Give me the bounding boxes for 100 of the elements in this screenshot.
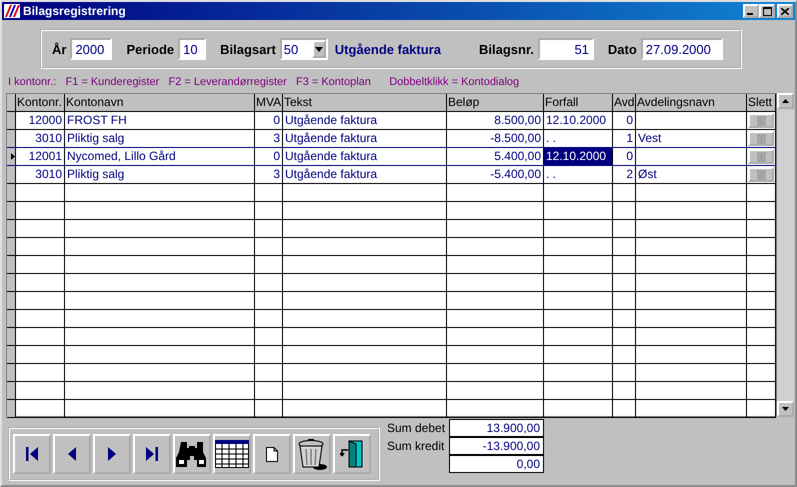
search-button[interactable]: [173, 434, 211, 474]
table-row[interactable]: 12000 FROST FH 0 Utgående faktura 8.500,00 12.10.2000 0: [7, 112, 776, 130]
table-row[interactable]: [7, 202, 776, 220]
next-button[interactable]: [93, 434, 131, 474]
vertical-scrollbar[interactable]: [777, 93, 794, 417]
table-cell: Utgående faktura: [285, 131, 378, 145]
minimize-button[interactable]: [743, 4, 759, 18]
table-cell: 2: [626, 167, 633, 181]
table-row[interactable]: [7, 256, 776, 274]
table-row[interactable]: [7, 238, 776, 256]
close-icon: [781, 8, 789, 14]
row-header[interactable]: [7, 112, 16, 129]
column-header[interactable]: Forfall: [544, 94, 613, 111]
table-cell: Utgående faktura: [285, 167, 378, 181]
column-header[interactable]: MVA: [255, 94, 283, 111]
type-label: Bilagsart: [220, 42, 276, 56]
column-header[interactable]: Avdelingsnavn: [636, 94, 747, 111]
row-header[interactable]: [7, 256, 16, 273]
maximize-icon: [762, 6, 772, 16]
row-header[interactable]: [7, 148, 16, 165]
table-row[interactable]: [7, 220, 776, 238]
table-row[interactable]: [7, 346, 776, 364]
row-header[interactable]: [7, 400, 16, 417]
row-header[interactable]: [7, 220, 16, 237]
page-icon: [266, 446, 278, 462]
delete-button[interactable]: [293, 434, 331, 474]
number-field[interactable]: 51: [538, 38, 594, 60]
left-triangle-icon: [68, 447, 76, 461]
skip-last-icon: [146, 447, 158, 461]
table-cell: 3010: [35, 167, 62, 181]
table-cell: Utgående faktura: [285, 113, 378, 127]
row-header[interactable]: [7, 310, 16, 327]
row-header[interactable]: [7, 130, 16, 147]
close-button[interactable]: [777, 4, 793, 18]
column-header[interactable]: Kontonavn: [65, 94, 255, 111]
row-header[interactable]: [7, 166, 16, 183]
exit-button[interactable]: [333, 434, 371, 474]
table-cell: 5.400,00: [494, 149, 541, 163]
row-header[interactable]: [7, 292, 16, 309]
row-header[interactable]: [7, 346, 16, 363]
last-button[interactable]: [133, 434, 171, 474]
delete-row-button[interactable]: [748, 167, 774, 182]
table-row[interactable]: [7, 382, 776, 400]
sum-label: Sum kredit: [387, 439, 444, 453]
table-cell: 0: [273, 149, 280, 163]
table-cell: 0: [273, 113, 280, 127]
table-row[interactable]: [7, 274, 776, 292]
column-header[interactable]: Kontonr.: [16, 94, 65, 111]
current-row-icon: [11, 153, 15, 160]
row-header[interactable]: [7, 364, 16, 381]
period-label: Periode: [126, 42, 174, 56]
column-header[interactable]: Beløp: [447, 94, 544, 111]
scroll-down-icon: [782, 407, 789, 411]
previous-button[interactable]: [53, 434, 91, 474]
table-row[interactable]: [7, 364, 776, 382]
table-cell: -8.500,00: [490, 131, 541, 145]
type-dropdown[interactable]: 50: [280, 38, 328, 60]
year-label: År: [52, 42, 66, 56]
delete-row-button[interactable]: [748, 131, 774, 146]
new-button[interactable]: [253, 434, 291, 474]
column-header[interactable]: Avd: [613, 94, 636, 111]
delete-row-button[interactable]: [748, 113, 774, 128]
year-field[interactable]: 2000: [70, 38, 112, 60]
column-header[interactable]: Slett: [747, 94, 776, 111]
table-cell: Pliktig salg: [67, 167, 124, 181]
maximize-button[interactable]: [759, 4, 775, 18]
row-header[interactable]: [7, 382, 16, 399]
trash-icon: [297, 438, 327, 470]
row-header[interactable]: [7, 184, 16, 201]
table-row[interactable]: [7, 400, 776, 418]
first-button[interactable]: [13, 434, 51, 474]
sum-value: 0,00: [449, 455, 544, 473]
trash-icon: [756, 152, 766, 162]
column-header[interactable]: Tekst: [283, 94, 447, 111]
trash-icon: [756, 116, 766, 126]
table-row[interactable]: [7, 328, 776, 346]
table-row[interactable]: 12001 Nycomed, Lillo Gård 0 Utgående faktura 5.400,00 12.10.2000 0: [7, 148, 776, 166]
table-button[interactable]: [213, 434, 251, 474]
row-header[interactable]: [7, 328, 16, 345]
table-cell: 3: [273, 131, 280, 145]
table-cell: . .: [546, 167, 556, 181]
row-header[interactable]: [7, 238, 16, 255]
table-cell: 0: [626, 113, 633, 127]
row-header[interactable]: [7, 274, 16, 291]
table-row[interactable]: [7, 310, 776, 328]
table-row[interactable]: [7, 184, 776, 202]
table-cell: 12001: [28, 149, 62, 163]
table-row[interactable]: 3010 Pliktig salg 3 Utgående faktura -5.400,00 . . 2 Øst: [7, 166, 776, 184]
period-field[interactable]: 10: [178, 38, 206, 60]
row-header[interactable]: [7, 202, 16, 219]
table-cell: Øst: [638, 167, 657, 181]
date-field[interactable]: 27.09.2000: [640, 38, 723, 60]
table-cell: 1: [626, 131, 633, 145]
table-row[interactable]: 3010 Pliktig salg 3 Utgående faktura -8.500,00 . . 1 Vest: [7, 130, 776, 148]
right-triangle-icon: [108, 447, 116, 461]
delete-row-button[interactable]: [748, 149, 774, 164]
table-row[interactable]: [7, 292, 776, 310]
binoculars-icon: [176, 440, 208, 468]
table-cell: Pliktig salg: [67, 131, 124, 145]
table-cell: 8.500,00: [494, 113, 541, 127]
